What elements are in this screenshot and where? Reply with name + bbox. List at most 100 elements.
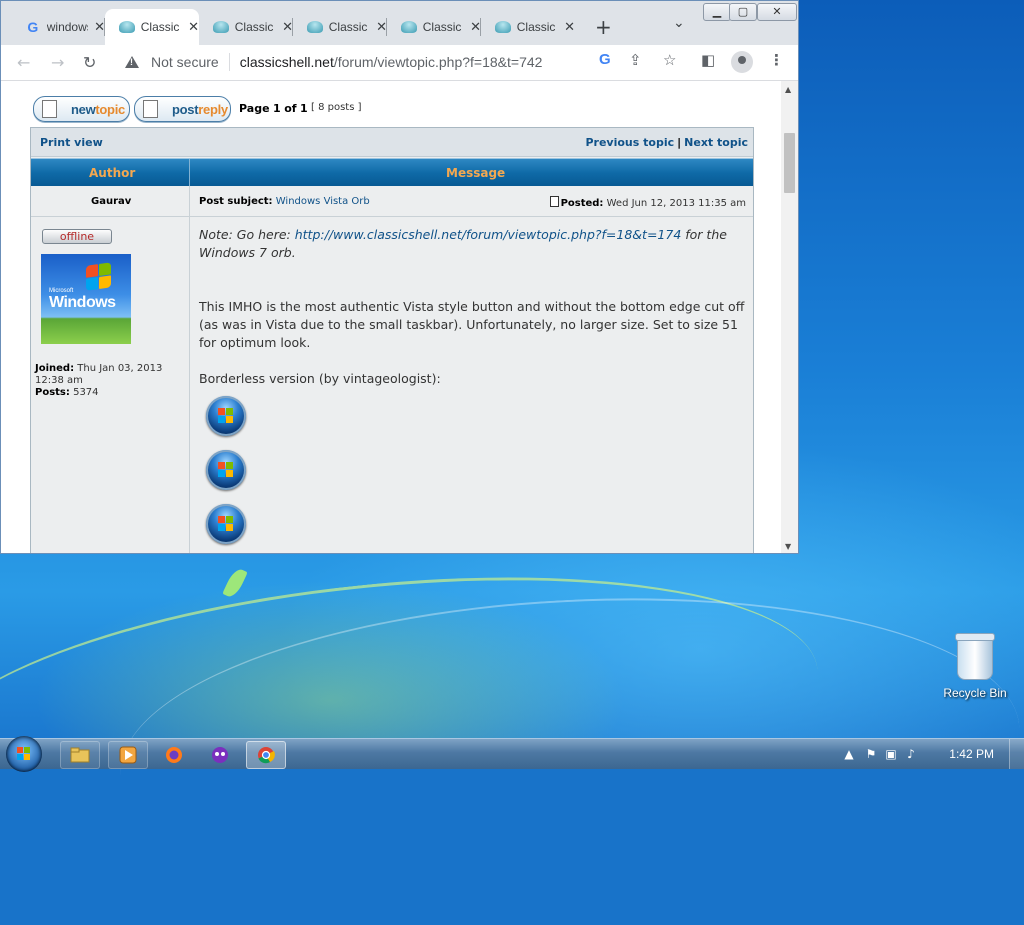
windows-xp-flag-icon [86,262,112,292]
system-tray: ▲ ⚑ ▣ ♪ 1:42 PM [834,739,1024,769]
taskbar-app-masked[interactable] [200,741,240,769]
vista-orb-image [206,450,246,490]
google-icon: G [27,19,39,35]
close-tab-icon[interactable]: ✕ [564,19,575,35]
minimize-button[interactable]: ▁ [703,3,731,21]
tab-label: Classic Shell [328,20,370,34]
address-bar[interactable]: Not secure classicshell.net/forum/viewto… [113,48,585,76]
back-arrow-icon[interactable]: ← [17,53,30,72]
windows-flag-icon [218,462,234,478]
post-icon[interactable] [549,196,559,207]
classicshell-icon [401,21,417,33]
taskbar-firefox[interactable] [154,741,194,769]
scrollbar-thumb[interactable] [784,133,795,193]
windows-flag-icon [17,747,31,761]
post-note: Note: Go here: http://www.classicshell.n… [199,226,747,262]
classicshell-icon [495,21,511,33]
topic-navigation: Previous topic | Next topic [585,136,748,149]
posts-label: Posts: [35,387,70,398]
post-header-row: Gaurav Post subject: Windows Vista Orb P… [31,186,753,217]
taskbar-chrome[interactable] [246,741,286,769]
tab-strip: G windows vista orb ✕ Classic Shell ✕ Cl… [1,1,798,45]
reload-icon[interactable]: ↻ [83,53,96,72]
recycle-bin-label: Recycle Bin [943,686,1007,700]
windows-flag-icon [218,408,234,424]
new-topic-button[interactable]: new topic [33,96,130,122]
tab-label: Classic Shell [234,20,276,34]
new-topic-label-b: topic [95,101,125,117]
tab-label: Classic Shell [422,20,464,34]
folder-icon [70,747,90,763]
tab-4[interactable]: Classic Shell ✕ [387,9,481,45]
security-status[interactable]: Not secure [151,54,219,70]
post-author[interactable]: Gaurav [91,196,131,207]
google-lens-icon[interactable]: G [599,51,611,68]
mask-app-icon [212,747,228,763]
tab-label: Classic Shell [516,20,558,34]
warning-icon[interactable] [125,56,139,68]
post-reply-button[interactable]: post reply [134,96,231,122]
forward-arrow-icon[interactable]: → [51,53,64,72]
bookmark-star-icon[interactable]: ☆ [663,51,676,69]
scroll-down-arrow-icon[interactable]: ▼ [785,542,791,551]
chrome-window: G windows vista orb ✕ Classic Shell ✕ Cl… [0,0,799,554]
table-header: Author Message [31,158,753,187]
page-current: 1 [273,102,281,115]
topic-nav-bar: Print view Previous topic | Next topic [31,128,753,157]
show-hidden-icons-icon[interactable]: ▲ [842,747,856,761]
share-icon[interactable]: ⇪ [629,51,642,69]
side-panel-icon[interactable]: ◧ [701,51,715,69]
joined-label: Joined: [35,363,75,374]
recycle-bin-icon [955,633,995,680]
new-tab-button[interactable]: + [595,15,612,39]
browser-toolbar: ← → ↻ Not secure classicshell.net/forum/… [1,45,798,81]
subject-label: Post subject: [199,196,273,207]
tab-5[interactable]: Classic Shell ✕ [481,9,575,45]
tab-0[interactable]: G windows vista orb ✕ [11,9,105,45]
previous-topic-link[interactable]: Previous topic [585,136,674,149]
page-scrollbar[interactable]: ▲ ▼ [781,81,798,553]
header-divider [189,159,190,187]
post-body: Note: Go here: http://www.classicshell.n… [199,226,747,553]
page-of: of [284,102,297,115]
note-prefix: Note: Go here: [199,227,295,242]
post-subject: Post subject: Windows Vista Orb [199,196,370,207]
profile-avatar-icon[interactable] [731,51,753,73]
tab-2[interactable]: Classic Shell ✕ [199,9,293,45]
taskbar-clock[interactable]: 1:42 PM [949,747,994,761]
subject-link[interactable]: Windows Vista Orb [276,196,370,207]
tab-3[interactable]: Classic Shell ✕ [293,9,387,45]
post-paragraph: This IMHO is the most authentic Vista st… [199,299,745,350]
close-window-button[interactable]: ✕ [757,3,797,21]
vista-orb-image [206,396,246,436]
classicshell-icon [213,21,229,33]
taskbar-explorer[interactable] [60,741,100,769]
network-icon[interactable]: ▣ [884,747,898,761]
volume-icon[interactable]: ♪ [904,747,918,761]
menu-kebab-icon[interactable]: ⋮ [769,51,784,69]
scroll-up-arrow-icon[interactable]: ▲ [785,85,791,94]
page-viewport: new topic post reply Page 1 of 1 [ 8 posts… [1,81,781,553]
close-tab-icon[interactable]: ✕ [188,19,199,35]
classicshell-icon [307,21,323,33]
tab-1[interactable]: Classic Shell ✕ [105,9,199,45]
recycle-bin-shortcut[interactable]: Recycle Bin [940,633,1010,700]
maximize-button[interactable]: ▢ [729,3,757,21]
firefox-icon [166,747,182,763]
show-desktop-button[interactable] [1009,739,1024,769]
next-topic-link[interactable]: Next topic [684,136,748,149]
page-label: Page [239,102,270,115]
classicshell-icon [119,21,135,33]
start-button[interactable] [6,736,42,772]
topic-table: Print view Previous topic | Next topic Aut… [30,127,754,553]
print-view-link[interactable]: Print view [40,136,103,149]
tab-search-chevron-icon[interactable]: ⌄ [673,15,685,31]
post-date: Posted: Wed Jun 12, 2013 11:35 am [549,196,746,209]
author-stats: Joined: Thu Jan 03, 2013 12:38 am Posts:… [35,363,185,399]
action-center-icon[interactable]: ⚑ [864,747,878,761]
taskbar-media-player[interactable] [108,741,148,769]
note-link[interactable]: http://www.classicshell.net/forum/viewto… [295,227,682,242]
tab-label: Classic Shell [140,20,182,34]
avatar-text: Windows [49,294,116,311]
url-text[interactable]: classicshell.net/forum/viewtopic.php?f=1… [240,54,543,70]
